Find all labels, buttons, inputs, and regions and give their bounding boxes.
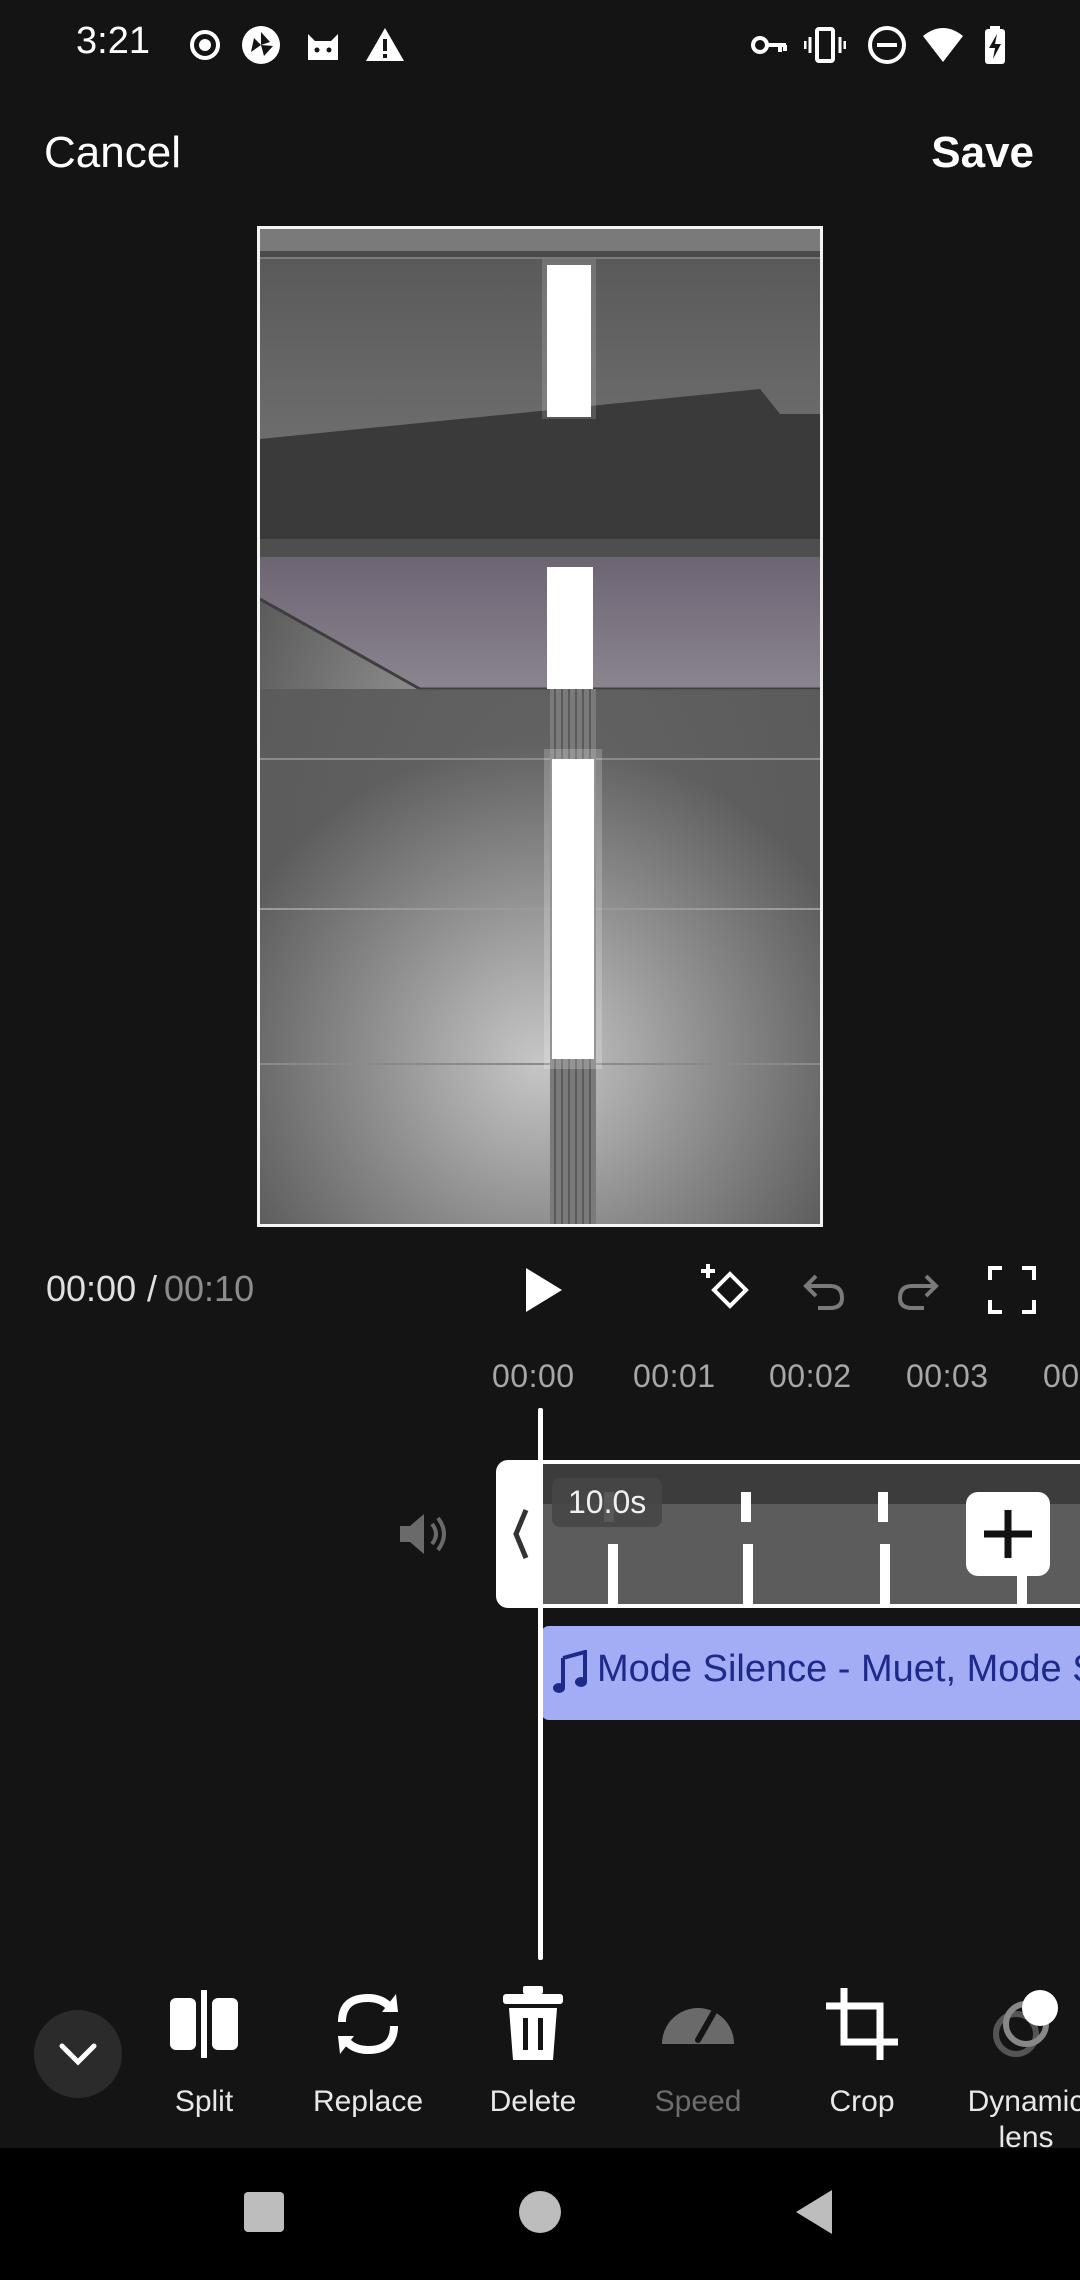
dynamic-lens-button[interactable]: Dynamic lens: [946, 1984, 1080, 2164]
plus-icon: [984, 1510, 1032, 1558]
chevron-left-icon: [513, 1509, 529, 1559]
add-clip-button[interactable]: [966, 1492, 1050, 1576]
speed-button[interactable]: Speed: [618, 1984, 778, 2164]
vibrate-icon: [804, 27, 846, 63]
back-icon[interactable]: [786, 2182, 846, 2242]
speed-label: Speed: [654, 2085, 742, 2118]
video-frame-image: [260, 229, 820, 1224]
ruler-tick: 00:00: [492, 1358, 575, 1394]
split-label: Split: [174, 2085, 234, 2118]
audio-track[interactable]: Mode Silence - Muet, Mode Silence: [541, 1626, 1080, 1720]
warning-icon: [366, 28, 404, 61]
undo-icon[interactable]: [796, 1262, 852, 1318]
split-button[interactable]: Split: [124, 1984, 284, 2164]
redo-icon[interactable]: [890, 1262, 946, 1318]
replace-icon: [338, 1993, 398, 2055]
clip-trim-handle[interactable]: [496, 1460, 544, 1608]
save-button[interactable]: Save: [931, 128, 1034, 178]
play-icon[interactable]: [514, 1262, 570, 1318]
video-preview[interactable]: [257, 226, 823, 1227]
dynamic-lens-label: Dynamic lens: [967, 2085, 1080, 2154]
total-time: 00:10: [164, 1268, 255, 1309]
speedometer-icon: [662, 2008, 734, 2044]
wifi-icon: [923, 28, 963, 62]
ruler-tick: 00:02: [769, 1358, 852, 1394]
fullscreen-icon[interactable]: [984, 1262, 1040, 1318]
battery-charging-icon: [985, 26, 1005, 64]
dynamic-lens-icon: [993, 1990, 1058, 2057]
delete-label: Delete: [489, 2085, 577, 2118]
trash-icon: [503, 1986, 563, 2060]
crop-button[interactable]: Crop: [782, 1984, 942, 2164]
ruler-tick: 00:01: [633, 1358, 716, 1394]
camera-shutter-icon: [242, 26, 280, 64]
crop-icon: [826, 1988, 898, 2060]
clip-duration-badge: 10.0s: [552, 1478, 663, 1527]
volume-icon[interactable]: [396, 1508, 452, 1560]
recents-icon[interactable]: [234, 2182, 294, 2242]
ruler-tick: 00:04: [1043, 1358, 1080, 1394]
clip-thumbnail: [677, 1464, 814, 1604]
playhead[interactable]: [538, 1408, 543, 1960]
replace-label: Replace: [312, 2085, 424, 2118]
status-bar: 3:21: [0, 0, 1080, 90]
split-icon: [170, 1990, 238, 2058]
navigation-bar: [0, 2148, 1080, 2280]
ruler-tick: 00:03: [906, 1358, 989, 1394]
music-note-icon: [553, 1650, 587, 1693]
replace-button[interactable]: Replace: [288, 1984, 448, 2164]
cancel-button[interactable]: Cancel: [44, 128, 181, 178]
collapse-toolbar-button[interactable]: [34, 2010, 122, 2098]
status-time: 3:21: [76, 20, 150, 62]
add-keyframe-icon[interactable]: [700, 1262, 756, 1318]
delete-button[interactable]: Delete: [453, 1984, 613, 2164]
vpn-key-icon: [751, 36, 787, 54]
cat-icon: [308, 34, 338, 60]
record-icon: [190, 30, 220, 60]
do-not-disturb-icon: [868, 26, 906, 64]
crop-label: Crop: [829, 2085, 895, 2118]
time-separator: /: [147, 1268, 158, 1309]
clip-thumbnail: [814, 1464, 951, 1604]
audio-track-label: Mode Silence - Muet, Mode Silence: [597, 1648, 1080, 1690]
current-time: 00:00: [46, 1268, 137, 1309]
home-icon[interactable]: [510, 2182, 570, 2242]
chevron-down-icon: [59, 2043, 97, 2066]
